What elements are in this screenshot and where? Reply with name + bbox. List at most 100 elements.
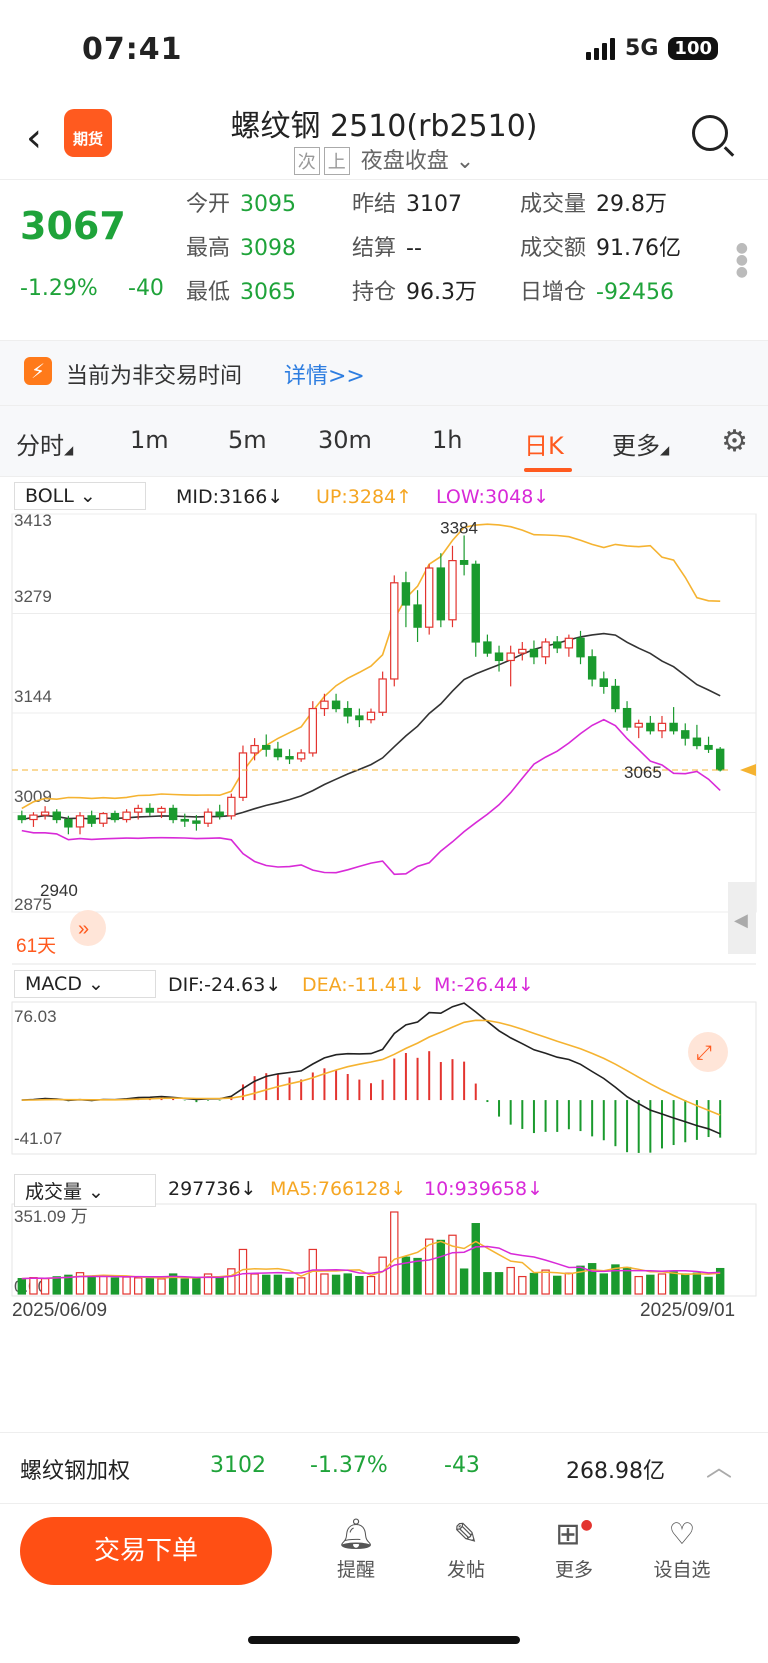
alert-action[interactable]: 🔔︎ 提醒 — [316, 1517, 396, 1582]
candle — [366, 711, 376, 721]
candle — [529, 648, 539, 658]
volume-bar — [692, 1272, 702, 1295]
volume-bar — [669, 1271, 678, 1295]
volume-bar — [29, 1276, 38, 1295]
volume-bar — [262, 1274, 271, 1295]
session-selector[interactable]: 次上 夜盘收盘 ⌄ — [0, 143, 768, 175]
watchlist-action[interactable]: ♡ 设自选 — [642, 1517, 722, 1582]
days-label: 61天 — [16, 936, 56, 957]
candle — [692, 737, 702, 747]
volume-bar — [529, 1272, 539, 1295]
candle — [448, 560, 457, 621]
date-start: 2025/06/09 — [12, 1300, 107, 1321]
volume-bar — [192, 1277, 201, 1295]
weighted-price: 3102 — [210, 1453, 266, 1478]
session-label: 夜盘收盘 — [360, 149, 449, 174]
candle — [320, 700, 329, 710]
tab-timeshare[interactable]: 分时◢ — [16, 426, 73, 461]
more-dots-icon[interactable]: ● ● ● — [736, 241, 748, 279]
volume-bar — [599, 1273, 608, 1295]
stat-item: 成交额 91.76亿 — [520, 230, 681, 262]
candle — [203, 811, 213, 824]
volume-bar — [52, 1276, 61, 1295]
candle — [262, 744, 271, 750]
gear-icon[interactable]: ⚙ — [721, 424, 748, 459]
stat-label: 成交量 — [520, 192, 587, 217]
volume-bar — [99, 1275, 108, 1295]
notice-bar: ⚡ 当前为非交易时间 详情>> — [0, 340, 768, 406]
tab-more[interactable]: 更多◢ — [612, 426, 669, 461]
candle — [634, 722, 643, 728]
stat-value: 29.8万 — [596, 192, 668, 217]
volume-bar — [134, 1277, 143, 1295]
volume-bar — [681, 1273, 690, 1295]
tab-30m[interactable]: 30m — [318, 426, 372, 454]
tab-5m[interactable]: 5m — [228, 426, 267, 454]
stat-label: 最高 — [186, 236, 231, 261]
stat-value: -92456 — [596, 280, 674, 305]
macd-selector[interactable]: MACD ⌄ — [14, 970, 156, 998]
candle — [192, 820, 201, 824]
volume-bar — [448, 1234, 457, 1295]
candle — [657, 722, 667, 732]
stat-label: 成交额 — [520, 236, 587, 261]
tab-1h[interactable]: 1h — [432, 426, 462, 454]
volume-bar — [180, 1278, 189, 1295]
change-value: -40 — [128, 276, 164, 301]
volume-bar — [355, 1275, 364, 1295]
volume-bar — [40, 1278, 50, 1295]
high-label: 3384 — [440, 518, 478, 537]
candle — [285, 756, 294, 760]
notice-link[interactable]: 详情>> — [284, 358, 365, 390]
volume-bar — [227, 1268, 236, 1295]
chevron-up-icon[interactable]: ︿ — [706, 1447, 732, 1484]
candle — [122, 811, 131, 821]
y-tick-label: 3144 — [14, 687, 52, 706]
weighted-contract-row[interactable]: 螺纹钢加权 3102 -1.37% -43 268.98亿 ︿ — [0, 1432, 768, 1504]
search-icon[interactable] — [692, 115, 728, 151]
trade-button[interactable]: 交易下单 — [20, 1517, 272, 1585]
stat-item: 结算 -- — [352, 230, 422, 262]
candle — [506, 652, 515, 662]
candle — [355, 715, 364, 721]
date-end: 2025/09/01 — [640, 1300, 735, 1321]
tab-1m[interactable]: 1m — [130, 426, 169, 454]
volume-bar — [518, 1275, 527, 1295]
home-indicator — [248, 1636, 520, 1644]
volume-bar — [285, 1277, 294, 1295]
candle — [390, 582, 399, 680]
tag-exchange: 上 — [323, 147, 350, 175]
tab-daily[interactable]: 日K — [524, 426, 564, 461]
stat-value: 3095 — [240, 192, 297, 217]
candle — [75, 815, 85, 828]
volume-ma5: MA5:766128↓ — [270, 1178, 407, 1200]
candle — [459, 560, 469, 565]
stat-item: 昨结 3107 — [352, 186, 462, 218]
last-price-marker — [740, 763, 756, 776]
post-action[interactable]: ✎ 发帖 — [426, 1517, 506, 1582]
change-percent: -1.29% — [20, 276, 98, 301]
boll-selector[interactable]: BOLL ⌄ — [14, 482, 146, 510]
candle — [308, 707, 318, 754]
more-action[interactable]: ⊞● 更多 — [534, 1517, 614, 1582]
weighted-name: 螺纹钢加权 — [20, 1459, 131, 1484]
candle — [110, 813, 120, 821]
stat-label: 日增仓 — [520, 280, 587, 305]
volume-bar — [17, 1278, 27, 1295]
volume-bar — [250, 1273, 259, 1295]
candle — [471, 563, 480, 643]
volume-value: 297736↓ — [168, 1178, 257, 1200]
candle — [553, 641, 562, 649]
active-tab-indicator — [524, 468, 572, 472]
candle — [168, 807, 178, 821]
volume-bar — [459, 1268, 469, 1295]
candle — [52, 811, 61, 821]
stat-value: 3065 — [240, 280, 297, 305]
volume-selector[interactable]: 成交量 ⌄ — [14, 1174, 156, 1207]
candle — [518, 648, 527, 654]
notice-text: 当前为非交易时间 — [66, 364, 243, 389]
y-tick-label: 3009 — [14, 787, 52, 806]
candle — [587, 656, 597, 680]
candle — [704, 744, 713, 750]
volume-bar — [413, 1257, 422, 1295]
